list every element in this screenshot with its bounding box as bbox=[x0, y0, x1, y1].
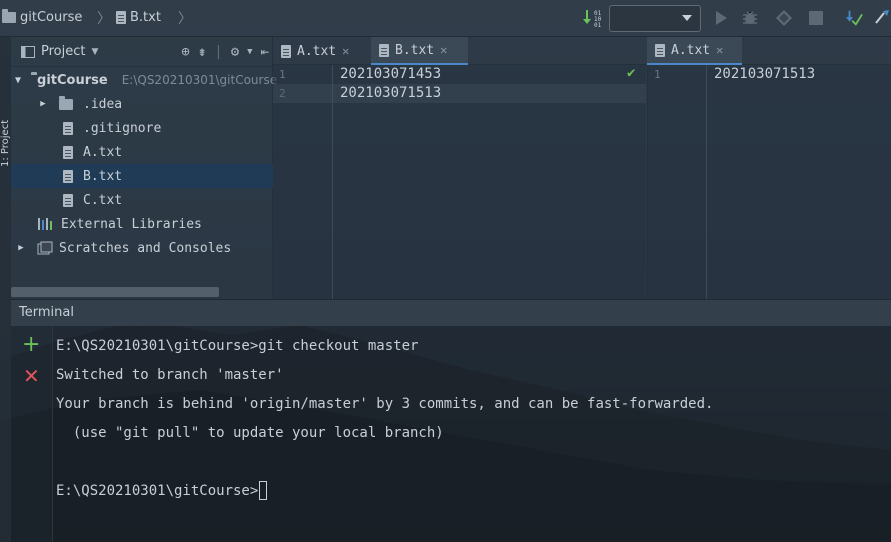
tree-item-label: A.txt bbox=[83, 144, 123, 160]
file-icon bbox=[379, 43, 389, 57]
project-panel-header: Project ▼ ⊕ ⇟ | ⚙ ▼ ⇤ bbox=[11, 37, 273, 67]
file-icon bbox=[63, 145, 73, 159]
close-icon[interactable]: ✕ bbox=[440, 43, 447, 57]
library-icon bbox=[38, 218, 52, 230]
breadcrumb-file-label: B.txt bbox=[130, 10, 161, 25]
toolbar-divider: | bbox=[214, 44, 223, 60]
tree-item-label: External Libraries bbox=[61, 216, 202, 232]
terminal-line: Switched to branch 'master' bbox=[56, 367, 284, 383]
run-icon[interactable] bbox=[712, 9, 730, 27]
collapsed-arrow-icon[interactable]: ▶ bbox=[15, 243, 27, 253]
tree-root[interactable]: ▼ gitCourse E:\QS20210301\gitCourse bbox=[11, 68, 277, 92]
text-cursor bbox=[259, 481, 268, 500]
tree-item-c-txt[interactable]: C.txt bbox=[11, 188, 273, 212]
line-number: 1 bbox=[654, 68, 661, 81]
tree-item-external-libraries[interactable]: External Libraries bbox=[11, 212, 273, 236]
project-tool-window-button[interactable]: 1: Project bbox=[0, 77, 11, 167]
editor-right[interactable]: 1 202103071513 bbox=[647, 65, 891, 299]
stop-icon[interactable] bbox=[807, 9, 825, 27]
chevron-down-icon bbox=[682, 15, 692, 21]
project-view-selector[interactable]: Project ▼ bbox=[21, 44, 98, 59]
vcs-update-project-icon[interactable] bbox=[845, 9, 863, 27]
scratches-icon bbox=[37, 241, 53, 255]
editor-tabs-left: A.txt ✕ B.txt ✕ bbox=[273, 37, 646, 65]
file-icon bbox=[655, 43, 665, 57]
chevron-down-icon: ▼ bbox=[91, 46, 99, 57]
chevron-down-icon[interactable]: ▼ bbox=[247, 47, 252, 57]
horizontal-scrollbar[interactable] bbox=[11, 287, 219, 297]
terminal-prompt-line: E:\QS20210301\gitCourse> bbox=[56, 481, 268, 500]
tree-root-path: E:\QS20210301\gitCourse bbox=[121, 73, 278, 87]
coverage-icon[interactable] bbox=[775, 9, 793, 27]
collapsed-arrow-icon[interactable]: ▶ bbox=[37, 99, 49, 109]
vcs-commit-icon[interactable] bbox=[874, 9, 891, 27]
terminal-line: Your branch is behind 'origin/master' by… bbox=[56, 396, 714, 412]
run-configuration-select[interactable] bbox=[609, 5, 701, 32]
tree-item-label: Scratches and Consoles bbox=[59, 240, 232, 256]
file-icon bbox=[63, 193, 73, 207]
file-icon bbox=[281, 44, 291, 58]
hide-panel-icon[interactable]: ⇤ bbox=[261, 44, 269, 60]
close-session-icon[interactable]: ✕ bbox=[23, 365, 40, 387]
breadcrumb-file[interactable]: B.txt bbox=[116, 10, 161, 25]
breadcrumb-project[interactable]: gitCourse bbox=[2, 9, 83, 25]
current-line-highlight bbox=[273, 84, 646, 103]
file-icon bbox=[63, 169, 73, 183]
close-icon[interactable]: ✕ bbox=[716, 43, 723, 57]
locate-icon[interactable]: ⊕ bbox=[181, 44, 189, 60]
debug-icon[interactable] bbox=[741, 9, 759, 27]
tab-b-txt[interactable]: B.txt ✕ bbox=[371, 37, 468, 65]
code-line: 202103071513 bbox=[714, 66, 816, 82]
folder-icon bbox=[2, 9, 16, 23]
file-icon bbox=[63, 121, 73, 135]
tree-item-b-txt[interactable]: B.txt bbox=[11, 164, 273, 188]
tool-window-strip: 1: Project bbox=[0, 37, 11, 542]
new-session-icon[interactable]: + bbox=[22, 334, 40, 356]
tree-item-scratches[interactable]: ▶ Scratches and Consoles bbox=[11, 236, 273, 260]
tree-item-label: .idea bbox=[83, 96, 123, 112]
tree-item-a-txt[interactable]: A.txt bbox=[11, 140, 273, 164]
tree-item-idea[interactable]: ▶ .idea bbox=[11, 92, 273, 116]
svg-text:01: 01 bbox=[594, 22, 602, 28]
project-view-icon bbox=[21, 45, 35, 58]
tab-label: A.txt bbox=[297, 43, 337, 59]
close-icon[interactable]: ✕ bbox=[342, 44, 349, 58]
vcs-update-icon[interactable]: 01 10 01 bbox=[582, 8, 604, 28]
editor-gutter: 1 bbox=[648, 65, 707, 299]
navigation-bar: gitCourse 〉 B.txt 〉 01 10 01 bbox=[0, 0, 891, 37]
terminal-line: (use "git pull" to update your local bra… bbox=[56, 425, 444, 441]
tree-item-label: B.txt bbox=[83, 168, 123, 184]
breadcrumb-project-label: gitCourse bbox=[20, 10, 83, 25]
tab-label: B.txt bbox=[395, 42, 435, 58]
code-line: 202103071513 bbox=[340, 85, 442, 101]
breadcrumb-separator: 〉 bbox=[97, 11, 111, 27]
tree-item-label: .gitignore bbox=[83, 120, 162, 136]
terminal-toolbar: + ✕ bbox=[11, 326, 53, 542]
tab-a-txt[interactable]: A.txt ✕ bbox=[273, 37, 371, 65]
tree-item-gitignore[interactable]: .gitignore bbox=[11, 116, 273, 140]
tree-root-label: gitCourse bbox=[37, 72, 108, 88]
expand-arrow-icon[interactable]: ▼ bbox=[15, 75, 21, 86]
terminal-line: E:\QS20210301\gitCourse>git checkout mas… bbox=[56, 338, 419, 354]
folder-icon bbox=[59, 95, 73, 110]
editor-left[interactable]: 1 2 202103071453 202103071513 ✔ bbox=[273, 65, 646, 299]
terminal-header: Terminal bbox=[11, 299, 891, 326]
collapse-all-icon[interactable]: ⇟ bbox=[198, 44, 206, 60]
file-icon bbox=[116, 11, 126, 24]
editor-tabs-right: A.txt ✕ bbox=[647, 37, 891, 65]
terminal-output[interactable]: E:\QS20210301\gitCourse>git checkout mas… bbox=[53, 326, 891, 542]
inspection-ok-icon[interactable]: ✔ bbox=[627, 65, 635, 81]
code-line: 202103071453 bbox=[340, 66, 442, 82]
tab-a-txt-right[interactable]: A.txt ✕ bbox=[647, 37, 742, 65]
terminal-title[interactable]: Terminal bbox=[19, 305, 74, 320]
tree-item-label: C.txt bbox=[83, 192, 123, 208]
gear-icon[interactable]: ⚙ bbox=[231, 44, 239, 60]
line-number: 1 bbox=[279, 68, 286, 81]
project-panel-title: Project bbox=[41, 44, 86, 59]
terminal-prompt: E:\QS20210301\gitCourse> bbox=[56, 482, 259, 499]
breadcrumb-separator: 〉 bbox=[178, 11, 192, 27]
tab-label: A.txt bbox=[671, 42, 711, 58]
project-panel: Project ▼ ⊕ ⇟ | ⚙ ▼ ⇤ ▼ gitCourse E:\QS2… bbox=[11, 37, 277, 299]
